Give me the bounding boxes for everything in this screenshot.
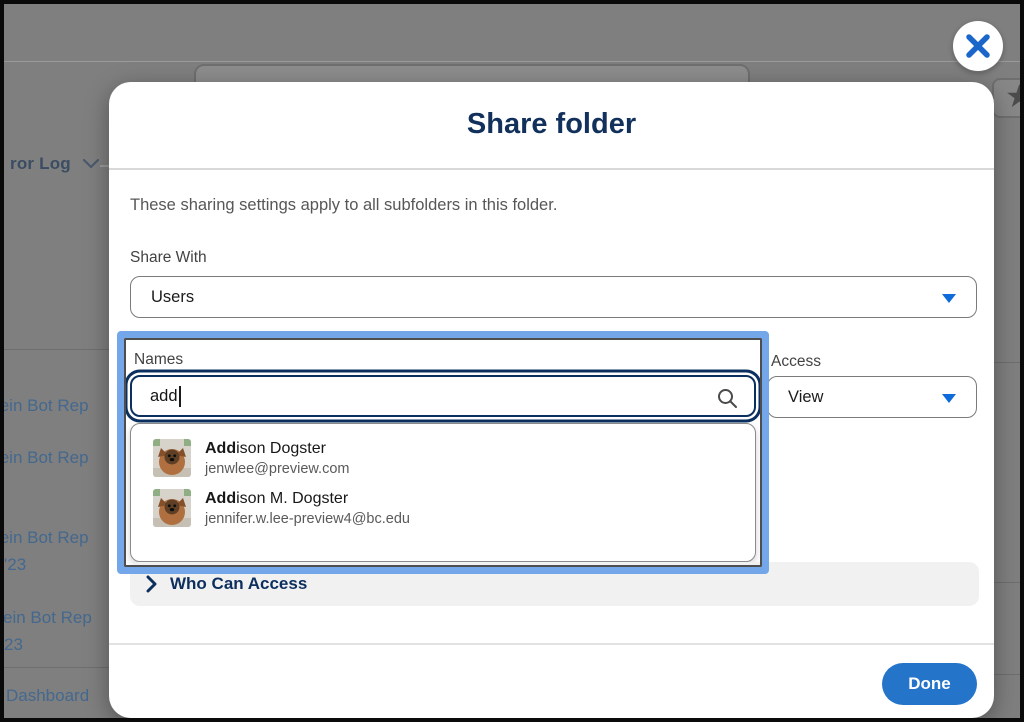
backdrop-report-link: ein Bot Rep23 [3, 604, 92, 658]
names-search-input[interactable]: add [130, 375, 756, 417]
list-item[interactable]: Addison M. Dogster jennifer.w.lee-previe… [131, 485, 755, 535]
share-with-label: Share With [130, 249, 207, 267]
text-cursor [179, 386, 181, 407]
close-icon [965, 33, 991, 59]
backdrop-header-edge [4, 61, 1024, 62]
backdrop-report-link: Dashboard [6, 682, 89, 709]
who-can-access-expander[interactable]: Who Can Access [130, 562, 979, 606]
chevron-right-icon [146, 575, 157, 593]
result-name: Addison M. Dogster [205, 490, 348, 507]
backdrop-report-link: tein Bot Rep [0, 444, 89, 471]
backdrop-table-divider [994, 582, 1024, 583]
star-icon: ★ [1005, 80, 1024, 112]
backdrop-report-tab: ror Log [10, 154, 99, 174]
header-divider [109, 168, 994, 170]
page-title: Share folder [109, 108, 994, 141]
share-folder-modal: Share folder These sharing settings appl… [109, 82, 994, 718]
footer-divider [109, 643, 994, 645]
backdrop-nav-label: ror Log [10, 154, 71, 174]
names-label: Names [134, 351, 183, 369]
backdrop-table-divider [4, 349, 109, 350]
backdrop-table-divider [4, 667, 109, 668]
backdrop-report-link: tein Bot Rep'23 [0, 524, 89, 578]
access-label: Access [771, 353, 821, 371]
names-results-listbox: Addison Dogster jenwlee@preview.com [130, 423, 756, 562]
who-can-access-label: Who Can Access [170, 574, 307, 594]
close-button[interactable] [953, 21, 1003, 71]
search-input-value: add [150, 387, 178, 406]
chevron-down-icon [942, 394, 956, 403]
share-with-value: Users [151, 288, 194, 307]
result-email: jenwlee@preview.com [205, 461, 349, 477]
result-email: jennifer.w.lee-preview4@bc.edu [205, 511, 410, 527]
access-value: View [788, 388, 823, 407]
sharing-settings-description: These sharing settings apply to all subf… [130, 196, 557, 215]
backdrop-report-link: tein Bot Rep [0, 392, 89, 419]
result-name: Addison Dogster [205, 440, 326, 457]
backdrop-table-divider [994, 362, 1024, 363]
avatar [153, 489, 191, 527]
list-item[interactable]: Addison Dogster jenwlee@preview.com [131, 435, 755, 485]
chevron-down-icon [83, 159, 99, 169]
backdrop-table-divider [994, 674, 1024, 675]
access-select[interactable]: View [767, 376, 977, 418]
search-icon [716, 387, 738, 409]
avatar [153, 439, 191, 477]
chevron-down-icon [942, 294, 956, 303]
share-with-select[interactable]: Users [130, 276, 977, 318]
done-button[interactable]: Done [882, 663, 977, 705]
screenshot-frame: ★ ror Log tein Bot Rep tein Bot Rep tein… [0, 0, 1024, 722]
